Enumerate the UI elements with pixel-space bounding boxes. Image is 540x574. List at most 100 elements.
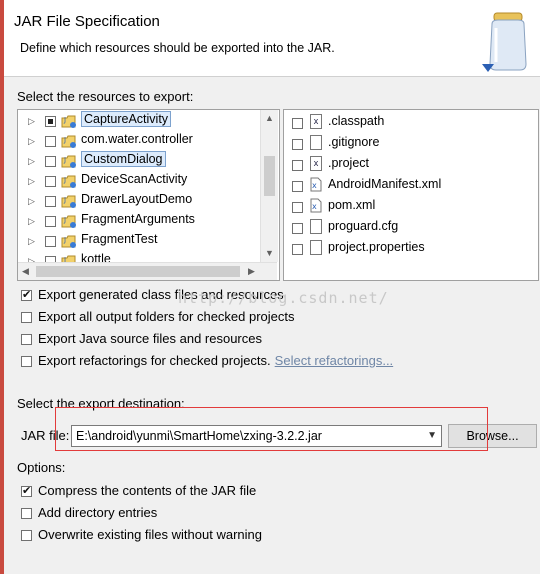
project-folder-icon: J bbox=[61, 235, 76, 248]
tree-item-label: FragmentTest bbox=[81, 232, 158, 246]
svg-text:J: J bbox=[63, 136, 66, 144]
jar-option-checkbox[interactable] bbox=[21, 508, 32, 519]
scroll-up-icon[interactable]: ▲ bbox=[265, 113, 274, 123]
scroll-left-icon[interactable]: ◀ bbox=[22, 266, 29, 277]
tree-hscroll-thumb[interactable] bbox=[36, 266, 240, 277]
window-frame-edge bbox=[0, 0, 4, 574]
file-item-checkbox[interactable] bbox=[292, 139, 303, 150]
export-option-checkbox[interactable] bbox=[21, 334, 32, 345]
xml-file-icon: x bbox=[310, 177, 322, 192]
export-option-text: Export Java source files and resources bbox=[38, 331, 262, 346]
x-file-icon: x bbox=[310, 114, 322, 129]
tree-item-checkbox[interactable] bbox=[45, 196, 56, 207]
x-file-icon: x bbox=[310, 156, 322, 171]
file-item[interactable]: x .project bbox=[288, 155, 528, 175]
file-item[interactable]: proguard.cfg bbox=[288, 218, 528, 238]
project-folder-icon: J bbox=[61, 195, 76, 208]
file-item-checkbox[interactable] bbox=[292, 160, 303, 171]
file-item-label: .classpath bbox=[328, 114, 385, 128]
file-item-label: proguard.cfg bbox=[328, 219, 399, 233]
tree-item[interactable]: ▷ J FragmentTest bbox=[18, 232, 278, 252]
tree-scroll-thumb[interactable] bbox=[264, 156, 275, 196]
tree-item[interactable]: ▷ J FragmentArguments bbox=[18, 212, 278, 232]
tree-item[interactable]: ▷ J DeviceScanActivity bbox=[18, 172, 278, 192]
tree-item-checkbox[interactable] bbox=[45, 156, 56, 167]
svg-text:J: J bbox=[63, 236, 66, 244]
page-description: Define which resources should be exporte… bbox=[20, 41, 335, 55]
file-item[interactable]: .gitignore bbox=[288, 134, 528, 154]
expand-arrow-icon[interactable]: ▷ bbox=[28, 216, 35, 227]
jar-option-checkbox[interactable] bbox=[21, 484, 32, 497]
file-item-label: AndroidManifest.xml bbox=[328, 177, 442, 191]
project-folder-icon: J bbox=[61, 155, 76, 168]
file-item-checkbox[interactable] bbox=[292, 181, 303, 192]
tree-item[interactable]: ▷ Jcom.water.controller bbox=[18, 132, 278, 152]
project-folder-icon: J bbox=[61, 115, 76, 128]
export-option-label: Export Java source files and resources bbox=[38, 331, 262, 346]
export-option-checkbox[interactable] bbox=[21, 288, 32, 301]
expand-arrow-icon[interactable]: ▷ bbox=[28, 116, 35, 127]
file-item-checkbox[interactable] bbox=[292, 202, 303, 213]
tree-vertical-scrollbar[interactable]: ▲ ▼ bbox=[260, 110, 278, 262]
svg-text:x: x bbox=[312, 202, 317, 211]
svg-text:J: J bbox=[63, 216, 66, 224]
options-label: Options: bbox=[17, 460, 66, 475]
annotation-highlight bbox=[55, 407, 488, 451]
tree-horizontal-scrollbar[interactable]: ◀ ▶ bbox=[18, 262, 277, 280]
file-item-checkbox[interactable] bbox=[292, 244, 303, 255]
file-item-label: .project bbox=[328, 156, 369, 170]
export-option-label: Export refactorings for checked projects… bbox=[38, 353, 393, 368]
expand-arrow-icon[interactable]: ▷ bbox=[28, 136, 35, 147]
file-item-label: .gitignore bbox=[328, 135, 380, 149]
file-item[interactable]: x .classpath bbox=[288, 113, 528, 133]
project-folder-icon: J bbox=[61, 215, 76, 228]
tree-item[interactable]: ▷ J DrawerLayoutDemo bbox=[18, 192, 278, 212]
tree-item-checkbox[interactable] bbox=[45, 216, 56, 227]
tree-item-label: com.water.controller bbox=[81, 132, 193, 146]
jar-option-label: Add directory entries bbox=[38, 505, 158, 520]
xml-file-icon: x bbox=[310, 198, 322, 213]
file-item-checkbox[interactable] bbox=[292, 223, 303, 234]
export-option-checkbox[interactable] bbox=[21, 356, 32, 367]
page-title: JAR File Specification bbox=[14, 13, 160, 30]
tree-item[interactable]: ▷ J CustomDialog bbox=[18, 151, 278, 172]
file-item[interactable]: x pom.xml bbox=[288, 197, 528, 217]
jar-icon bbox=[482, 12, 527, 72]
export-option-checkbox[interactable] bbox=[21, 312, 32, 323]
tree-item-checkbox[interactable] bbox=[45, 236, 56, 247]
tree-item-label: DrawerLayoutDemo bbox=[81, 192, 193, 206]
file-item-label: project.properties bbox=[328, 240, 425, 254]
project-folder-icon: J bbox=[61, 175, 76, 188]
scroll-down-icon[interactable]: ▼ bbox=[265, 248, 274, 258]
expand-arrow-icon[interactable]: ▷ bbox=[28, 176, 35, 187]
svg-text:J: J bbox=[63, 116, 66, 124]
watermark: http://blog.csdn.net/ bbox=[178, 289, 389, 307]
tree-item-label: FragmentArguments bbox=[81, 212, 195, 226]
file-item-label: pom.xml bbox=[328, 198, 376, 212]
tree-item-checkbox[interactable] bbox=[45, 176, 56, 187]
svg-text:J: J bbox=[63, 196, 66, 204]
file-item[interactable]: project.properties bbox=[288, 239, 528, 259]
resource-tree[interactable]: ▷ J CaptureActivity ▷ Jcom.water.controller ▷… bbox=[17, 109, 280, 281]
expand-arrow-icon[interactable]: ▷ bbox=[28, 236, 35, 247]
export-option-label: Export all output folders for checked pr… bbox=[38, 309, 295, 324]
jar-option-label: Overwrite existing files without warning bbox=[38, 527, 262, 542]
file-list[interactable]: x .classpath .gitignore x .project x AndroidMa… bbox=[283, 109, 539, 281]
expand-arrow-icon[interactable]: ▷ bbox=[28, 156, 35, 167]
expand-arrow-icon[interactable]: ▷ bbox=[28, 196, 35, 207]
scroll-right-icon[interactable]: ▶ bbox=[248, 266, 255, 277]
file-item[interactable]: x AndroidManifest.xml bbox=[288, 176, 528, 196]
svg-text:J: J bbox=[63, 176, 66, 184]
tree-item[interactable]: ▷ J CaptureActivity bbox=[18, 111, 278, 132]
tree-item-checkbox[interactable] bbox=[45, 116, 56, 127]
jar-option-checkbox[interactable] bbox=[21, 530, 32, 541]
tree-item-label: DeviceScanActivity bbox=[81, 172, 188, 186]
project-folder-icon: J bbox=[61, 135, 76, 148]
resources-label: Select the resources to export: bbox=[17, 89, 194, 104]
select-refactorings-link[interactable]: Select refactorings... bbox=[275, 353, 394, 368]
text-file-icon bbox=[310, 135, 322, 150]
file-item-checkbox[interactable] bbox=[292, 118, 303, 129]
tree-item-checkbox[interactable] bbox=[45, 136, 56, 147]
jar-option-label: Compress the contents of the JAR file bbox=[38, 483, 257, 498]
export-option-text: Export all output folders for checked pr… bbox=[38, 309, 295, 324]
